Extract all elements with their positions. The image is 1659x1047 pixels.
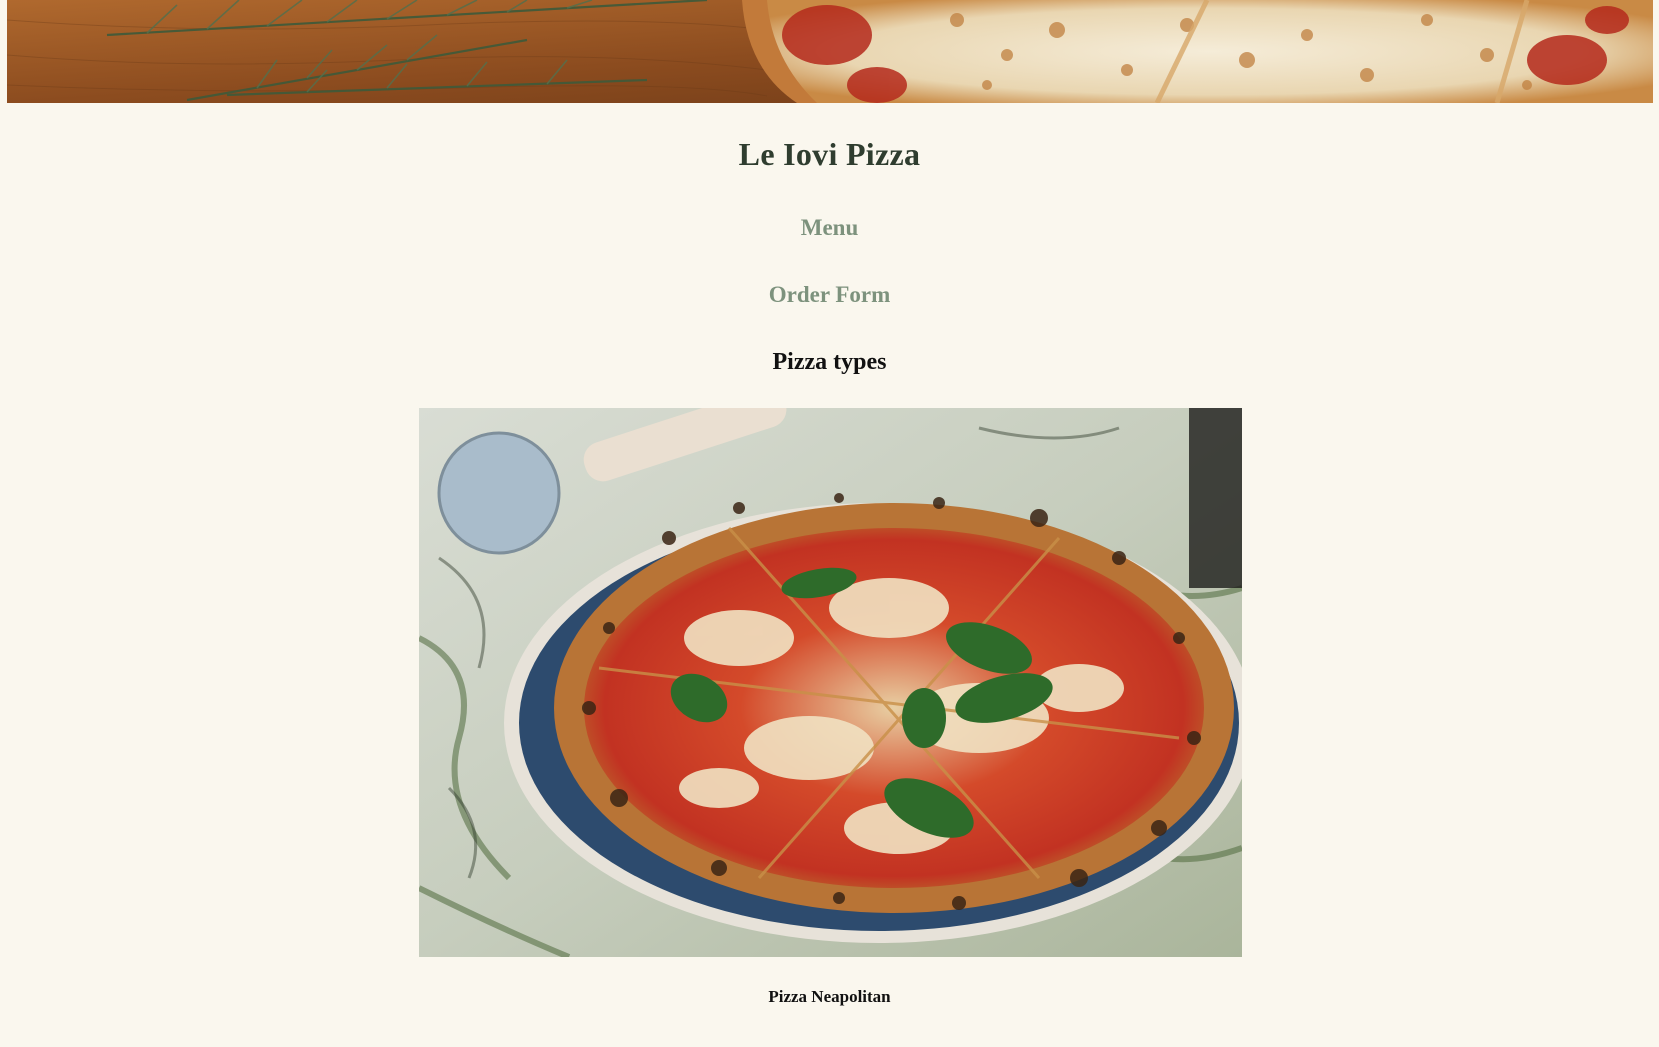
banner-image xyxy=(7,0,1653,103)
page: Le Iovi Pizza Menu Order Form Pizza type… xyxy=(0,0,1659,1047)
site-title: Le Iovi Pizza xyxy=(738,136,921,172)
nav-link-menu[interactable]: Menu xyxy=(0,215,1659,241)
pizza-caption: Pizza Neapolitan xyxy=(768,987,891,1006)
pizza-neapolitan-image xyxy=(419,408,1242,957)
section-heading: Pizza types xyxy=(772,349,887,375)
nav-link-order-form[interactable]: Order Form xyxy=(0,282,1659,308)
